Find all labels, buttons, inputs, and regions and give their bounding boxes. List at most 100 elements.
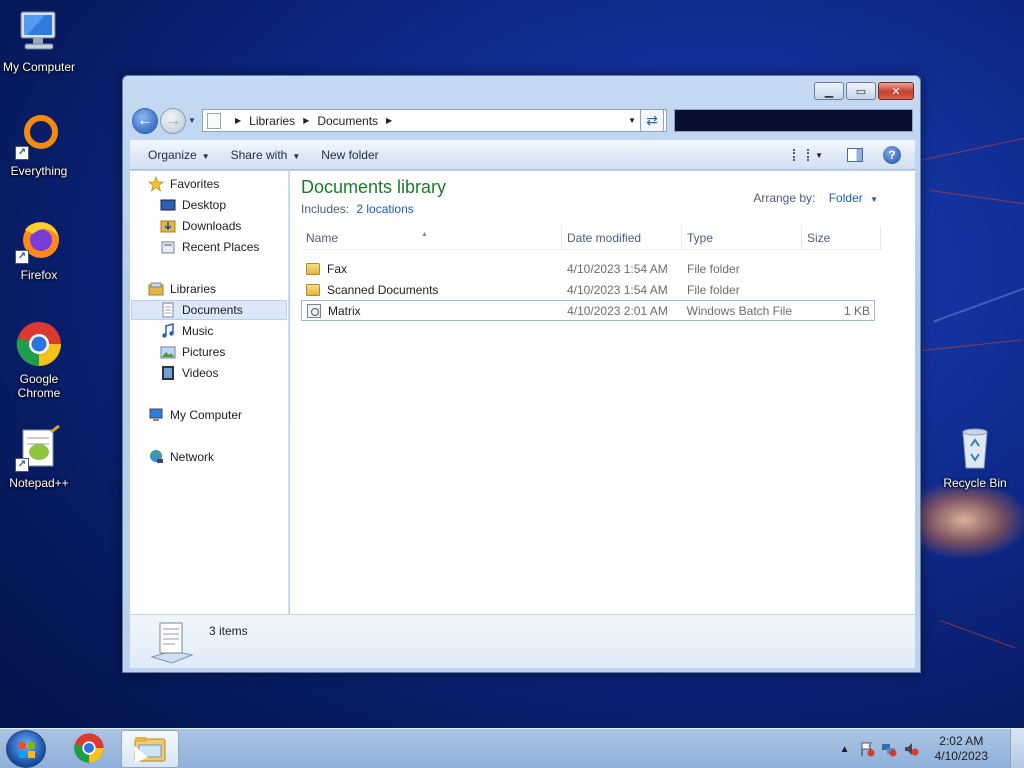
windows-logo-icon — [19, 742, 35, 758]
share-with-button[interactable]: Share with ▼ — [222, 148, 310, 162]
address-dropdown-icon[interactable]: ▼ — [628, 116, 636, 125]
explorer-window[interactable]: ▁ ▭ ✕ ← → ▼ ▶ Libraries ▶ Documents ▶ ▼ … — [122, 75, 921, 673]
wallpaper-streak — [939, 620, 1016, 649]
back-button[interactable]: ← — [132, 108, 158, 134]
search-input[interactable] — [674, 109, 913, 132]
documents-library-icon — [150, 619, 194, 664]
desktop-icon-firefox[interactable]: ↗ Firefox — [0, 216, 78, 282]
file-size: 1 KB — [843, 303, 870, 318]
includes-locations-link[interactable]: 2 locations — [356, 202, 413, 216]
music-icon — [160, 323, 176, 339]
breadcrumb-separator-icon[interactable]: ▶ — [386, 116, 392, 125]
nav-music[interactable]: Music — [160, 321, 213, 341]
back-arrow-icon: ← — [137, 112, 153, 129]
system-tray: ▲ 2:02 AM 4/10/2023 — [837, 729, 988, 768]
desktop-icon-notepadpp[interactable]: ↗ Notepad++ — [0, 424, 78, 490]
breadcrumb-separator-icon[interactable]: ▶ — [235, 116, 241, 125]
computer-icon — [148, 407, 164, 423]
nav-favorites[interactable]: Favorites — [148, 174, 219, 194]
nav-videos[interactable]: Videos — [160, 363, 218, 383]
navigation-bar: ← → ▼ ▶ Libraries ▶ Documents ▶ ▼ ⇄ — [131, 107, 913, 137]
action-center-flag-icon[interactable] — [859, 741, 875, 757]
start-button[interactable] — [6, 730, 46, 768]
command-bar: Organize ▼ Share with ▼ New folder ▼ ? — [130, 140, 915, 170]
share-with-label: Share with — [230, 148, 288, 162]
column-label: Name — [306, 231, 339, 245]
desktop-icon-my-computer[interactable]: My Computer — [0, 8, 78, 74]
firefox-icon: ↗ — [15, 216, 63, 264]
shortcut-arrow-icon: ↗ — [15, 146, 29, 160]
nav-label: Network — [170, 450, 215, 464]
breadcrumb-separator-icon[interactable]: ▶ — [303, 116, 309, 125]
clock[interactable]: 2:02 AM 4/10/2023 — [935, 734, 988, 764]
nav-label: Videos — [182, 366, 219, 380]
arrange-by-dropdown[interactable]: Folder — [829, 191, 863, 205]
nav-label: Recent Places — [182, 240, 260, 254]
videos-icon — [160, 365, 176, 381]
nav-label: Libraries — [170, 282, 217, 296]
column-header-size[interactable]: Size — [802, 226, 881, 250]
desktop-icon-everything[interactable]: ↗ Everything — [0, 112, 78, 178]
nav-label: Desktop — [182, 198, 227, 212]
navigation-pane: Favorites Desktop Downloads Recent Place… — [130, 171, 289, 614]
view-options-dropdown-icon[interactable]: ▼ — [815, 151, 823, 160]
recent-places-icon — [160, 239, 176, 255]
breadcrumb-libraries[interactable]: Libraries — [249, 114, 295, 128]
column-header-type[interactable]: Type — [682, 226, 802, 250]
network-icon — [148, 449, 164, 465]
file-row[interactable]: Fax 4/10/2023 1:54 AM File folder — [301, 258, 875, 279]
file-row[interactable]: Scanned Documents 4/10/2023 1:54 AM File… — [301, 279, 875, 300]
volume-muted-icon[interactable] — [903, 741, 919, 757]
desktop-icon-label: My Computer — [2, 60, 76, 74]
wallpaper-glow — [920, 480, 1024, 560]
maximize-button[interactable]: ▭ — [846, 82, 876, 100]
nav-downloads[interactable]: Downloads — [160, 216, 241, 236]
address-bar[interactable]: ▶ Libraries ▶ Documents ▶ ▼ — [202, 109, 667, 132]
desktop-icon-label: Firefox — [20, 268, 58, 282]
forward-button[interactable]: → — [160, 108, 186, 134]
taskbar-chrome-button[interactable] — [60, 730, 118, 768]
libraries-icon — [148, 281, 164, 297]
file-date: 4/10/2023 1:54 AM — [567, 261, 668, 276]
refresh-button[interactable]: ⇄ — [640, 109, 664, 132]
file-type: Windows Batch File — [686, 303, 793, 318]
minimize-button[interactable]: ▁ — [814, 82, 844, 100]
organize-button[interactable]: Organize ▼ — [139, 148, 219, 162]
close-icon: ✕ — [891, 85, 901, 98]
recent-pages-dropdown[interactable]: ▼ — [188, 116, 196, 125]
documents-icon — [160, 302, 176, 318]
help-icon[interactable]: ? — [883, 146, 901, 164]
nav-recent-places[interactable]: Recent Places — [160, 237, 259, 257]
close-button[interactable]: ✕ — [878, 82, 914, 100]
file-list-pane: Documents library Includes: 2 locations … — [290, 171, 915, 614]
nav-network[interactable]: Network — [148, 447, 214, 467]
taskbar: ▲ 2:02 AM 4/10/2023 — [0, 728, 1024, 768]
document-page-icon — [207, 112, 221, 129]
column-header-date[interactable]: Date modified — [562, 226, 682, 250]
nav-desktop[interactable]: Desktop — [160, 195, 226, 215]
show-desktop-button[interactable] — [1010, 729, 1024, 768]
show-hidden-icons-icon[interactable]: ▲ — [837, 741, 853, 757]
desktop-icon-recycle-bin[interactable]: Recycle Bin — [936, 424, 1014, 490]
breadcrumb-documents[interactable]: Documents — [317, 114, 378, 128]
nav-documents[interactable]: Documents — [131, 300, 287, 320]
wallpaper-streak — [929, 190, 1024, 205]
library-title: Documents library — [301, 177, 447, 197]
desktop-icon-chrome[interactable]: Google Chrome — [0, 320, 78, 400]
column-label: Type — [687, 231, 714, 245]
change-view-icon[interactable] — [793, 149, 810, 161]
nav-libraries[interactable]: Libraries — [148, 279, 216, 299]
desktop-folder-icon — [160, 197, 176, 213]
file-row[interactable]: Matrix 4/10/2023 2:01 AM Windows Batch F… — [301, 300, 875, 321]
column-header-name[interactable]: ▲ Name — [301, 226, 562, 250]
organize-label: Organize — [148, 148, 197, 162]
network-status-icon[interactable] — [881, 741, 897, 757]
new-folder-button[interactable]: New folder — [312, 148, 387, 162]
file-type: File folder — [687, 261, 740, 276]
window-controls: ▁ ▭ ✕ — [812, 82, 914, 100]
file-date: 4/10/2023 2:01 AM — [567, 303, 668, 318]
nav-my-computer[interactable]: My Computer — [148, 405, 242, 425]
nav-pictures[interactable]: Pictures — [160, 342, 225, 362]
shortcut-arrow-icon: ↗ — [15, 250, 29, 264]
preview-pane-icon[interactable] — [847, 148, 863, 162]
